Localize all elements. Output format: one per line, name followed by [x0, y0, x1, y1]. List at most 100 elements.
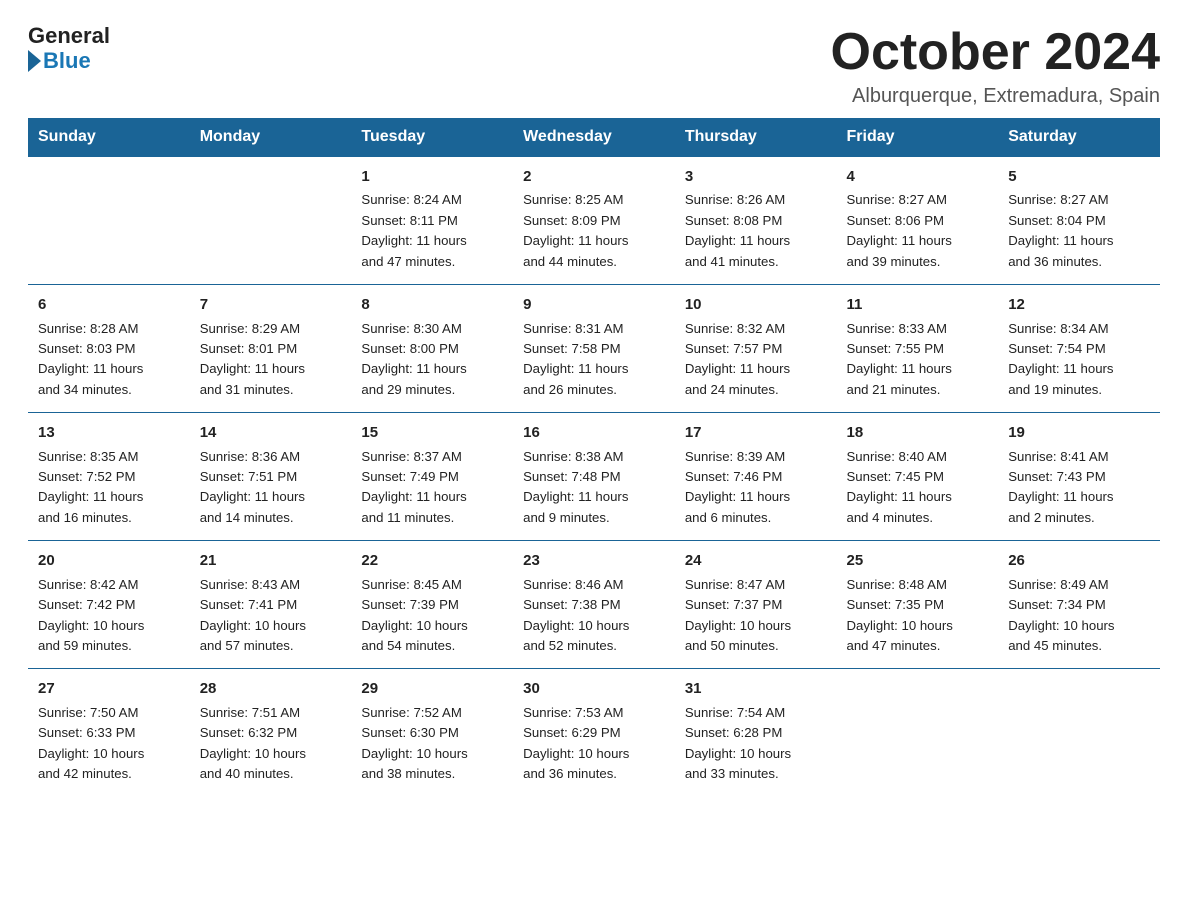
weekday-header-friday: Friday: [837, 118, 999, 157]
day-info: Sunrise: 8:32 AMSunset: 7:57 PMDaylight:…: [685, 319, 827, 401]
day-number: 27: [38, 677, 180, 700]
calendar-cell: 25Sunrise: 8:48 AMSunset: 7:35 PMDayligh…: [837, 541, 999, 669]
day-number: 31: [685, 677, 827, 700]
day-number: 13: [38, 421, 180, 444]
day-info: Sunrise: 8:48 AMSunset: 7:35 PMDaylight:…: [847, 575, 989, 657]
day-number: 12: [1008, 293, 1150, 316]
day-info: Sunrise: 8:33 AMSunset: 7:55 PMDaylight:…: [847, 319, 989, 401]
day-info: Sunrise: 7:51 AMSunset: 6:32 PMDaylight:…: [200, 703, 342, 785]
day-info: Sunrise: 8:42 AMSunset: 7:42 PMDaylight:…: [38, 575, 180, 657]
day-number: 29: [361, 677, 503, 700]
calendar-cell: 9 Sunrise: 8:31 AMSunset: 7:58 PMDaylight…: [513, 285, 675, 413]
day-number: 6: [38, 293, 180, 316]
calendar-cell: 28 Sunrise: 7:51 AMSunset: 6:32 PMDayligh…: [190, 669, 352, 797]
calendar-cell: 30Sunrise: 7:53 AMSunset: 6:29 PMDayligh…: [513, 669, 675, 797]
day-number: 10: [685, 293, 827, 316]
day-info: Sunrise: 8:45 AMSunset: 7:39 PMDaylight:…: [361, 575, 503, 657]
day-info: Sunrise: 8:34 AMSunset: 7:54 PMDaylight:…: [1008, 319, 1150, 401]
calendar-cell: 29 Sunrise: 7:52 AMSunset: 6:30 PMDayligh…: [351, 669, 513, 797]
day-number: 1: [361, 165, 503, 188]
title-block: October 2024 Alburquerque, Extremadura, …: [831, 24, 1161, 108]
calendar-cell: 15 Sunrise: 8:37 AMSunset: 7:49 PMDayligh…: [351, 413, 513, 541]
calendar-cell: 23Sunrise: 8:46 AMSunset: 7:38 PMDayligh…: [513, 541, 675, 669]
calendar-cell: 5Sunrise: 8:27 AMSunset: 8:04 PMDaylight…: [998, 157, 1160, 285]
day-number: 22: [361, 549, 503, 572]
day-number: 7: [200, 293, 342, 316]
page-header: General Blue October 2024 Alburquerque, …: [28, 24, 1160, 108]
day-info: Sunrise: 8:49 AMSunset: 7:34 PMDaylight:…: [1008, 575, 1150, 657]
day-number: 2: [523, 165, 665, 188]
day-info: Sunrise: 8:27 AMSunset: 8:04 PMDaylight:…: [1008, 190, 1150, 272]
day-number: 20: [38, 549, 180, 572]
weekday-header-saturday: Saturday: [998, 118, 1160, 157]
day-info: Sunrise: 8:29 AMSunset: 8:01 PMDaylight:…: [200, 319, 342, 401]
month-title: October 2024: [831, 24, 1161, 81]
day-info: Sunrise: 8:41 AMSunset: 7:43 PMDaylight:…: [1008, 447, 1150, 529]
day-info: Sunrise: 8:43 AMSunset: 7:41 PMDaylight:…: [200, 575, 342, 657]
day-info: Sunrise: 7:52 AMSunset: 6:30 PMDaylight:…: [361, 703, 503, 785]
calendar-cell: 24 Sunrise: 8:47 AMSunset: 7:37 PMDayligh…: [675, 541, 837, 669]
day-info: Sunrise: 8:40 AMSunset: 7:45 PMDaylight:…: [847, 447, 989, 529]
calendar-cell: 26Sunrise: 8:49 AMSunset: 7:34 PMDayligh…: [998, 541, 1160, 669]
calendar-cell: 6 Sunrise: 8:28 AMSunset: 8:03 PMDaylight…: [28, 285, 190, 413]
calendar-cell: 19 Sunrise: 8:41 AMSunset: 7:43 PMDayligh…: [998, 413, 1160, 541]
weekday-header-wednesday: Wednesday: [513, 118, 675, 157]
logo: General Blue: [28, 24, 110, 74]
day-info: Sunrise: 8:39 AMSunset: 7:46 PMDaylight:…: [685, 447, 827, 529]
day-info: Sunrise: 8:37 AMSunset: 7:49 PMDaylight:…: [361, 447, 503, 529]
weekday-header-sunday: Sunday: [28, 118, 190, 157]
calendar-cell: 7 Sunrise: 8:29 AMSunset: 8:01 PMDaylight…: [190, 285, 352, 413]
day-info: Sunrise: 8:36 AMSunset: 7:51 PMDaylight:…: [200, 447, 342, 529]
day-info: Sunrise: 8:28 AMSunset: 8:03 PMDaylight:…: [38, 319, 180, 401]
weekday-header-row: SundayMondayTuesdayWednesdayThursdayFrid…: [28, 118, 1160, 157]
calendar-cell: 16Sunrise: 8:38 AMSunset: 7:48 PMDayligh…: [513, 413, 675, 541]
calendar-cell: 3Sunrise: 8:26 AMSunset: 8:08 PMDaylight…: [675, 157, 837, 285]
day-info: Sunrise: 8:31 AMSunset: 7:58 PMDaylight:…: [523, 319, 665, 401]
calendar-cell: 17 Sunrise: 8:39 AMSunset: 7:46 PMDayligh…: [675, 413, 837, 541]
day-info: Sunrise: 7:54 AMSunset: 6:28 PMDaylight:…: [685, 703, 827, 785]
calendar-cell: 18 Sunrise: 8:40 AMSunset: 7:45 PMDayligh…: [837, 413, 999, 541]
calendar-cell: 10 Sunrise: 8:32 AMSunset: 7:57 PMDayligh…: [675, 285, 837, 413]
calendar-cell: 8Sunrise: 8:30 AMSunset: 8:00 PMDaylight…: [351, 285, 513, 413]
day-number: 8: [361, 293, 503, 316]
calendar-cell: 22 Sunrise: 8:45 AMSunset: 7:39 PMDayligh…: [351, 541, 513, 669]
calendar-cell: 11 Sunrise: 8:33 AMSunset: 7:55 PMDayligh…: [837, 285, 999, 413]
calendar-cell: 14 Sunrise: 8:36 AMSunset: 7:51 PMDayligh…: [190, 413, 352, 541]
day-info: Sunrise: 8:47 AMSunset: 7:37 PMDaylight:…: [685, 575, 827, 657]
day-number: 11: [847, 293, 989, 316]
logo-arrow-icon: [28, 50, 41, 72]
calendar-cell: [998, 669, 1160, 797]
day-info: Sunrise: 7:50 AMSunset: 6:33 PMDaylight:…: [38, 703, 180, 785]
calendar-cell: 20 Sunrise: 8:42 AMSunset: 7:42 PMDayligh…: [28, 541, 190, 669]
day-number: 14: [200, 421, 342, 444]
logo-blue-text: Blue: [43, 48, 91, 74]
day-number: 17: [685, 421, 827, 444]
calendar-week-row: 13Sunrise: 8:35 AMSunset: 7:52 PMDayligh…: [28, 413, 1160, 541]
calendar-cell: 27 Sunrise: 7:50 AMSunset: 6:33 PMDayligh…: [28, 669, 190, 797]
weekday-header-thursday: Thursday: [675, 118, 837, 157]
day-number: 16: [523, 421, 665, 444]
calendar-cell: 12 Sunrise: 8:34 AMSunset: 7:54 PMDayligh…: [998, 285, 1160, 413]
day-number: 9: [523, 293, 665, 316]
logo-blue-row: Blue: [28, 48, 91, 74]
logo-general-text: General: [28, 24, 110, 48]
day-number: 15: [361, 421, 503, 444]
calendar-cell: 21 Sunrise: 8:43 AMSunset: 7:41 PMDayligh…: [190, 541, 352, 669]
day-info: Sunrise: 8:27 AMSunset: 8:06 PMDaylight:…: [847, 190, 989, 272]
day-number: 19: [1008, 421, 1150, 444]
calendar-cell: 1Sunrise: 8:24 AMSunset: 8:11 PMDaylight…: [351, 157, 513, 285]
calendar-week-row: 20 Sunrise: 8:42 AMSunset: 7:42 PMDayligh…: [28, 541, 1160, 669]
day-number: 18: [847, 421, 989, 444]
location-title: Alburquerque, Extremadura, Spain: [831, 85, 1161, 108]
day-number: 21: [200, 549, 342, 572]
weekday-header-monday: Monday: [190, 118, 352, 157]
calendar-cell: [28, 157, 190, 285]
calendar-cell: 31 Sunrise: 7:54 AMSunset: 6:28 PMDayligh…: [675, 669, 837, 797]
day-number: 28: [200, 677, 342, 700]
calendar-cell: 13Sunrise: 8:35 AMSunset: 7:52 PMDayligh…: [28, 413, 190, 541]
day-number: 3: [685, 165, 827, 188]
day-number: 24: [685, 549, 827, 572]
weekday-header-tuesday: Tuesday: [351, 118, 513, 157]
day-info: Sunrise: 8:25 AMSunset: 8:09 PMDaylight:…: [523, 190, 665, 272]
day-info: Sunrise: 8:24 AMSunset: 8:11 PMDaylight:…: [361, 190, 503, 272]
